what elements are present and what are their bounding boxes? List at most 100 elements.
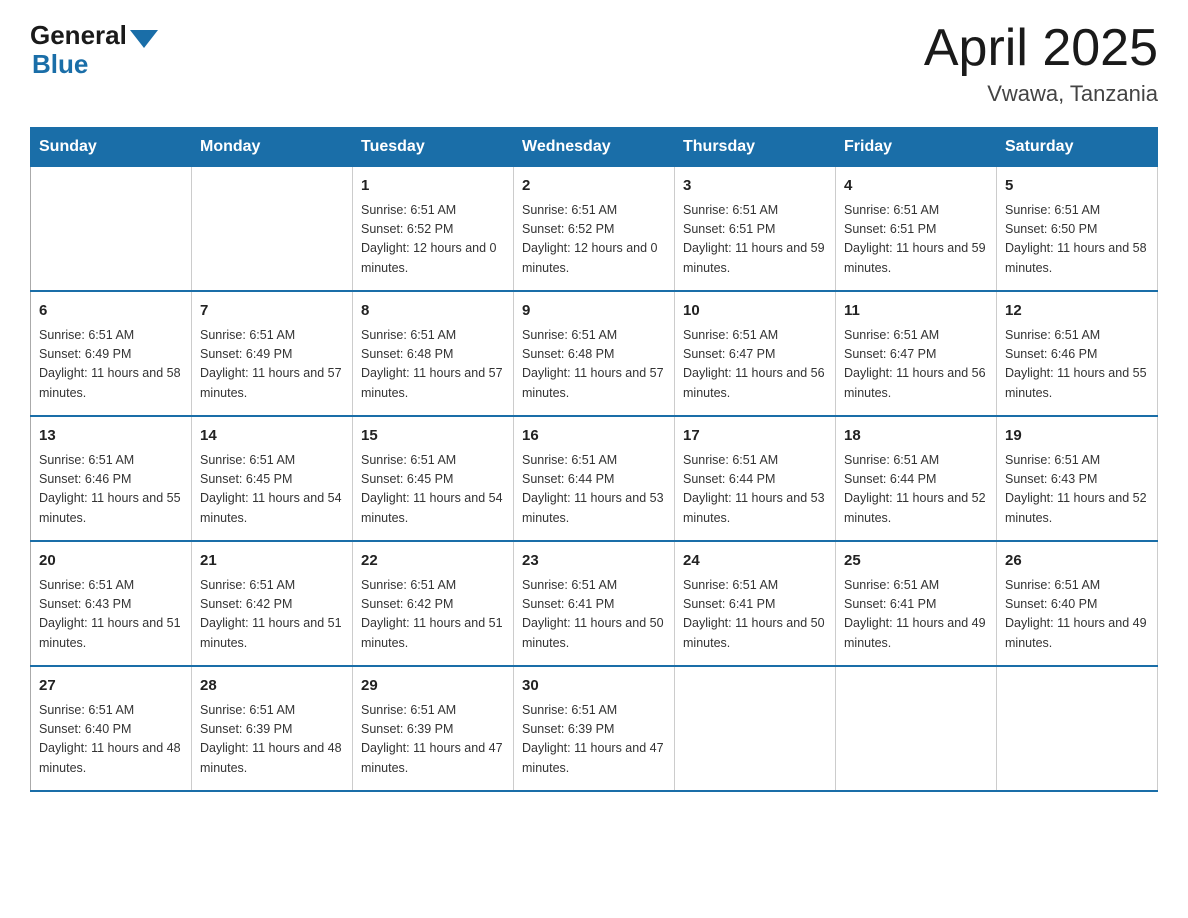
- day-number: 6: [39, 300, 183, 323]
- calendar-day-cell: 2Sunrise: 6:51 AMSunset: 6:52 PMDaylight…: [514, 167, 675, 292]
- calendar-week-row: 20 Sunrise: 6:51 AMSunset: 6:43 PMDayligh…: [31, 541, 1158, 666]
- day-number: 28: [200, 675, 344, 698]
- calendar-title: April 2025: [924, 20, 1158, 77]
- day-info: Sunrise: 6:51 AMSunset: 6:48 PMDaylight:…: [361, 326, 505, 404]
- day-number: 24: [683, 550, 827, 573]
- day-of-week-header: Friday: [836, 128, 997, 167]
- calendar-week-row: 1 Sunrise: 6:51 AMSunset: 6:52 PMDaylight…: [31, 167, 1158, 292]
- day-of-week-header: Thursday: [675, 128, 836, 167]
- day-number: 29: [361, 675, 505, 698]
- calendar-day-cell: [192, 167, 353, 292]
- day-number: 25: [844, 550, 988, 573]
- day-info: Sunrise: 6:51 AMSunset: 6:44 PMDaylight:…: [844, 451, 988, 529]
- day-info: Sunrise: 6:51 AMSunset: 6:40 PMDaylight:…: [1005, 576, 1149, 654]
- day-number: 5: [1005, 175, 1149, 198]
- day-number: 17: [683, 425, 827, 448]
- day-info: Sunrise: 6:51 AMSunset: 6:52 PMDaylight:…: [522, 201, 666, 279]
- calendar-day-cell: [31, 167, 192, 292]
- calendar-day-cell: 28 Sunrise: 6:51 AMSunset: 6:39 PMDayligh…: [192, 666, 353, 791]
- day-number: 4: [844, 175, 988, 198]
- day-number: 1: [361, 175, 505, 198]
- logo: General Blue: [30, 20, 158, 80]
- day-info: Sunrise: 6:51 AMSunset: 6:44 PMDaylight:…: [683, 451, 827, 529]
- day-number: 14: [200, 425, 344, 448]
- calendar-day-cell: 17 Sunrise: 6:51 AMSunset: 6:44 PMDayligh…: [675, 416, 836, 541]
- calendar-day-cell: 11Sunrise: 6:51 AMSunset: 6:47 PMDayligh…: [836, 291, 997, 416]
- day-info: Sunrise: 6:51 AMSunset: 6:47 PMDaylight:…: [683, 326, 827, 404]
- calendar-day-cell: 7 Sunrise: 6:51 AMSunset: 6:49 PMDaylight…: [192, 291, 353, 416]
- calendar-day-cell: 4 Sunrise: 6:51 AMSunset: 6:51 PMDaylight…: [836, 167, 997, 292]
- calendar-day-cell: 1 Sunrise: 6:51 AMSunset: 6:52 PMDaylight…: [353, 167, 514, 292]
- calendar-week-row: 27 Sunrise: 6:51 AMSunset: 6:40 PMDayligh…: [31, 666, 1158, 791]
- day-number: 11: [844, 300, 988, 323]
- day-number: 20: [39, 550, 183, 573]
- calendar-day-cell: 9 Sunrise: 6:51 AMSunset: 6:48 PMDaylight…: [514, 291, 675, 416]
- day-number: 30: [522, 675, 666, 698]
- calendar-day-cell: 21 Sunrise: 6:51 AMSunset: 6:42 PMDayligh…: [192, 541, 353, 666]
- day-of-week-header: Monday: [192, 128, 353, 167]
- day-info: Sunrise: 6:51 AMSunset: 6:43 PMDaylight:…: [39, 576, 183, 654]
- calendar-day-cell: [836, 666, 997, 791]
- calendar-day-cell: 20 Sunrise: 6:51 AMSunset: 6:43 PMDayligh…: [31, 541, 192, 666]
- calendar-day-cell: 16Sunrise: 6:51 AMSunset: 6:44 PMDayligh…: [514, 416, 675, 541]
- calendar-day-cell: 18 Sunrise: 6:51 AMSunset: 6:44 PMDayligh…: [836, 416, 997, 541]
- day-info: Sunrise: 6:51 AMSunset: 6:52 PMDaylight:…: [361, 201, 505, 279]
- day-number: 9: [522, 300, 666, 323]
- calendar-header-row: SundayMondayTuesdayWednesdayThursdayFrid…: [31, 128, 1158, 167]
- day-number: 26: [1005, 550, 1149, 573]
- day-info: Sunrise: 6:51 AMSunset: 6:41 PMDaylight:…: [844, 576, 988, 654]
- day-number: 22: [361, 550, 505, 573]
- day-info: Sunrise: 6:51 AMSunset: 6:51 PMDaylight:…: [844, 201, 988, 279]
- calendar-day-cell: 15Sunrise: 6:51 AMSunset: 6:45 PMDayligh…: [353, 416, 514, 541]
- day-info: Sunrise: 6:51 AMSunset: 6:48 PMDaylight:…: [522, 326, 666, 404]
- calendar-day-cell: [997, 666, 1158, 791]
- day-number: 27: [39, 675, 183, 698]
- day-of-week-header: Wednesday: [514, 128, 675, 167]
- day-number: 16: [522, 425, 666, 448]
- day-info: Sunrise: 6:51 AMSunset: 6:39 PMDaylight:…: [200, 701, 344, 779]
- day-info: Sunrise: 6:51 AMSunset: 6:40 PMDaylight:…: [39, 701, 183, 779]
- day-number: 7: [200, 300, 344, 323]
- day-number: 23: [522, 550, 666, 573]
- calendar-day-cell: 22 Sunrise: 6:51 AMSunset: 6:42 PMDayligh…: [353, 541, 514, 666]
- day-info: Sunrise: 6:51 AMSunset: 6:41 PMDaylight:…: [683, 576, 827, 654]
- day-of-week-header: Tuesday: [353, 128, 514, 167]
- day-info: Sunrise: 6:51 AMSunset: 6:46 PMDaylight:…: [1005, 326, 1149, 404]
- calendar-day-cell: 6 Sunrise: 6:51 AMSunset: 6:49 PMDaylight…: [31, 291, 192, 416]
- day-info: Sunrise: 6:51 AMSunset: 6:42 PMDaylight:…: [361, 576, 505, 654]
- day-of-week-header: Sunday: [31, 128, 192, 167]
- day-info: Sunrise: 6:51 AMSunset: 6:39 PMDaylight:…: [522, 701, 666, 779]
- day-number: 21: [200, 550, 344, 573]
- day-number: 13: [39, 425, 183, 448]
- day-info: Sunrise: 6:51 AMSunset: 6:42 PMDaylight:…: [200, 576, 344, 654]
- day-number: 3: [683, 175, 827, 198]
- logo-general-text: General: [30, 20, 127, 51]
- calendar-day-cell: 27 Sunrise: 6:51 AMSunset: 6:40 PMDayligh…: [31, 666, 192, 791]
- calendar-day-cell: 10 Sunrise: 6:51 AMSunset: 6:47 PMDayligh…: [675, 291, 836, 416]
- day-info: Sunrise: 6:51 AMSunset: 6:39 PMDaylight:…: [361, 701, 505, 779]
- day-number: 10: [683, 300, 827, 323]
- day-number: 8: [361, 300, 505, 323]
- day-info: Sunrise: 6:51 AMSunset: 6:50 PMDaylight:…: [1005, 201, 1149, 279]
- logo-blue-text: Blue: [30, 49, 88, 80]
- title-block: April 2025 Vwawa, Tanzania: [924, 20, 1158, 107]
- calendar-day-cell: 13Sunrise: 6:51 AMSunset: 6:46 PMDayligh…: [31, 416, 192, 541]
- calendar-day-cell: 23 Sunrise: 6:51 AMSunset: 6:41 PMDayligh…: [514, 541, 675, 666]
- day-info: Sunrise: 6:51 AMSunset: 6:49 PMDaylight:…: [39, 326, 183, 404]
- day-number: 19: [1005, 425, 1149, 448]
- calendar-table: SundayMondayTuesdayWednesdayThursdayFrid…: [30, 127, 1158, 792]
- day-info: Sunrise: 6:51 AMSunset: 6:41 PMDaylight:…: [522, 576, 666, 654]
- calendar-day-cell: 24 Sunrise: 6:51 AMSunset: 6:41 PMDayligh…: [675, 541, 836, 666]
- day-number: 18: [844, 425, 988, 448]
- calendar-day-cell: 25 Sunrise: 6:51 AMSunset: 6:41 PMDayligh…: [836, 541, 997, 666]
- page-header: General Blue April 2025 Vwawa, Tanzania: [30, 20, 1158, 107]
- calendar-day-cell: 5 Sunrise: 6:51 AMSunset: 6:50 PMDaylight…: [997, 167, 1158, 292]
- calendar-week-row: 6 Sunrise: 6:51 AMSunset: 6:49 PMDaylight…: [31, 291, 1158, 416]
- day-info: Sunrise: 6:51 AMSunset: 6:45 PMDaylight:…: [200, 451, 344, 529]
- day-number: 12: [1005, 300, 1149, 323]
- calendar-day-cell: 19Sunrise: 6:51 AMSunset: 6:43 PMDayligh…: [997, 416, 1158, 541]
- calendar-day-cell: 29 Sunrise: 6:51 AMSunset: 6:39 PMDayligh…: [353, 666, 514, 791]
- logo-arrow-icon: [130, 30, 158, 48]
- calendar-day-cell: 14 Sunrise: 6:51 AMSunset: 6:45 PMDayligh…: [192, 416, 353, 541]
- day-info: Sunrise: 6:51 AMSunset: 6:49 PMDaylight:…: [200, 326, 344, 404]
